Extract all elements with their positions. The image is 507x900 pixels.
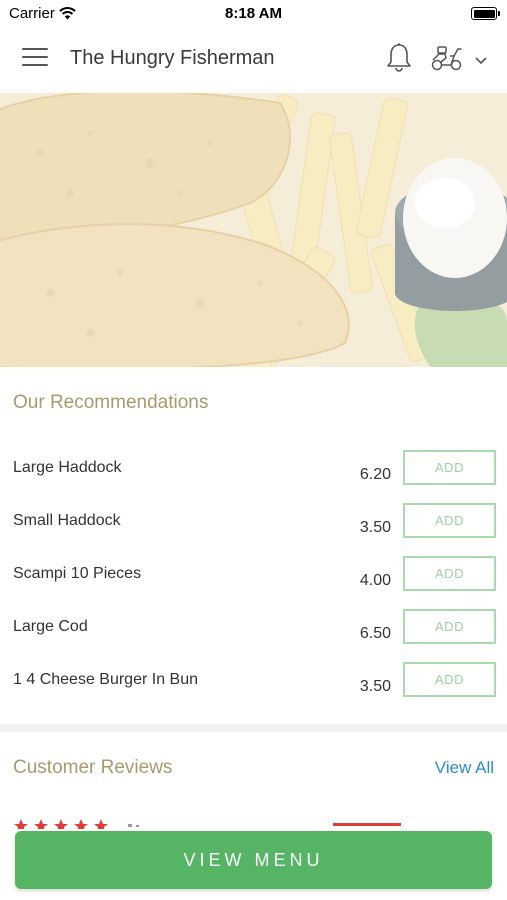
recommendations-heading: Our Recommendations	[13, 392, 209, 413]
review-preview	[13, 815, 493, 829]
section-divider	[0, 724, 507, 732]
hero-image	[0, 93, 507, 367]
menu-item-price: 3.50	[359, 519, 391, 536]
menu-item-price: 3.50	[359, 678, 391, 695]
add-button[interactable]: ADD	[403, 450, 496, 485]
star-rating	[14, 819, 108, 829]
menu-item-name: 1 4 Cheese Burger In Bun	[13, 671, 199, 688]
menu-item-price: 4.00	[359, 572, 391, 589]
battery-icon	[471, 7, 500, 20]
status-bar: Carrier 8:18 AM	[0, 0, 507, 26]
status-time: 8:18 AM	[225, 5, 282, 22]
add-button[interactable]: ADD	[403, 503, 496, 538]
page-title: The Hungry Fisherman	[70, 47, 275, 69]
add-button[interactable]: ADD	[403, 662, 496, 697]
app-header: The Hungry Fisherman	[0, 26, 507, 94]
bell-icon[interactable]	[384, 42, 414, 74]
menu-item-name: Scampi 10 Pieces	[13, 565, 142, 582]
view-menu-button[interactable]: VIEW MENU	[15, 831, 492, 889]
menu-item-price: 6.50	[359, 625, 391, 642]
delivery-mode-selector[interactable]	[430, 44, 494, 74]
menu-item-name: Large Cod	[13, 618, 88, 635]
menu-item-price: 6.20	[359, 466, 391, 483]
menu-item-row: 1 4 Cheese Burger In Bun 3.50 ADD	[0, 662, 507, 724]
scooter-icon	[431, 46, 462, 71]
reviews-heading: Customer Reviews	[13, 757, 173, 778]
menu-item-name: Small Haddock	[13, 512, 121, 529]
hamburger-menu-icon[interactable]	[22, 48, 48, 70]
view-all-reviews-link[interactable]: View All	[435, 758, 494, 778]
add-button[interactable]: ADD	[403, 609, 496, 644]
menu-item-name: Large Haddock	[13, 459, 122, 476]
add-button[interactable]: ADD	[403, 556, 496, 591]
chevron-down-icon	[475, 57, 487, 65]
